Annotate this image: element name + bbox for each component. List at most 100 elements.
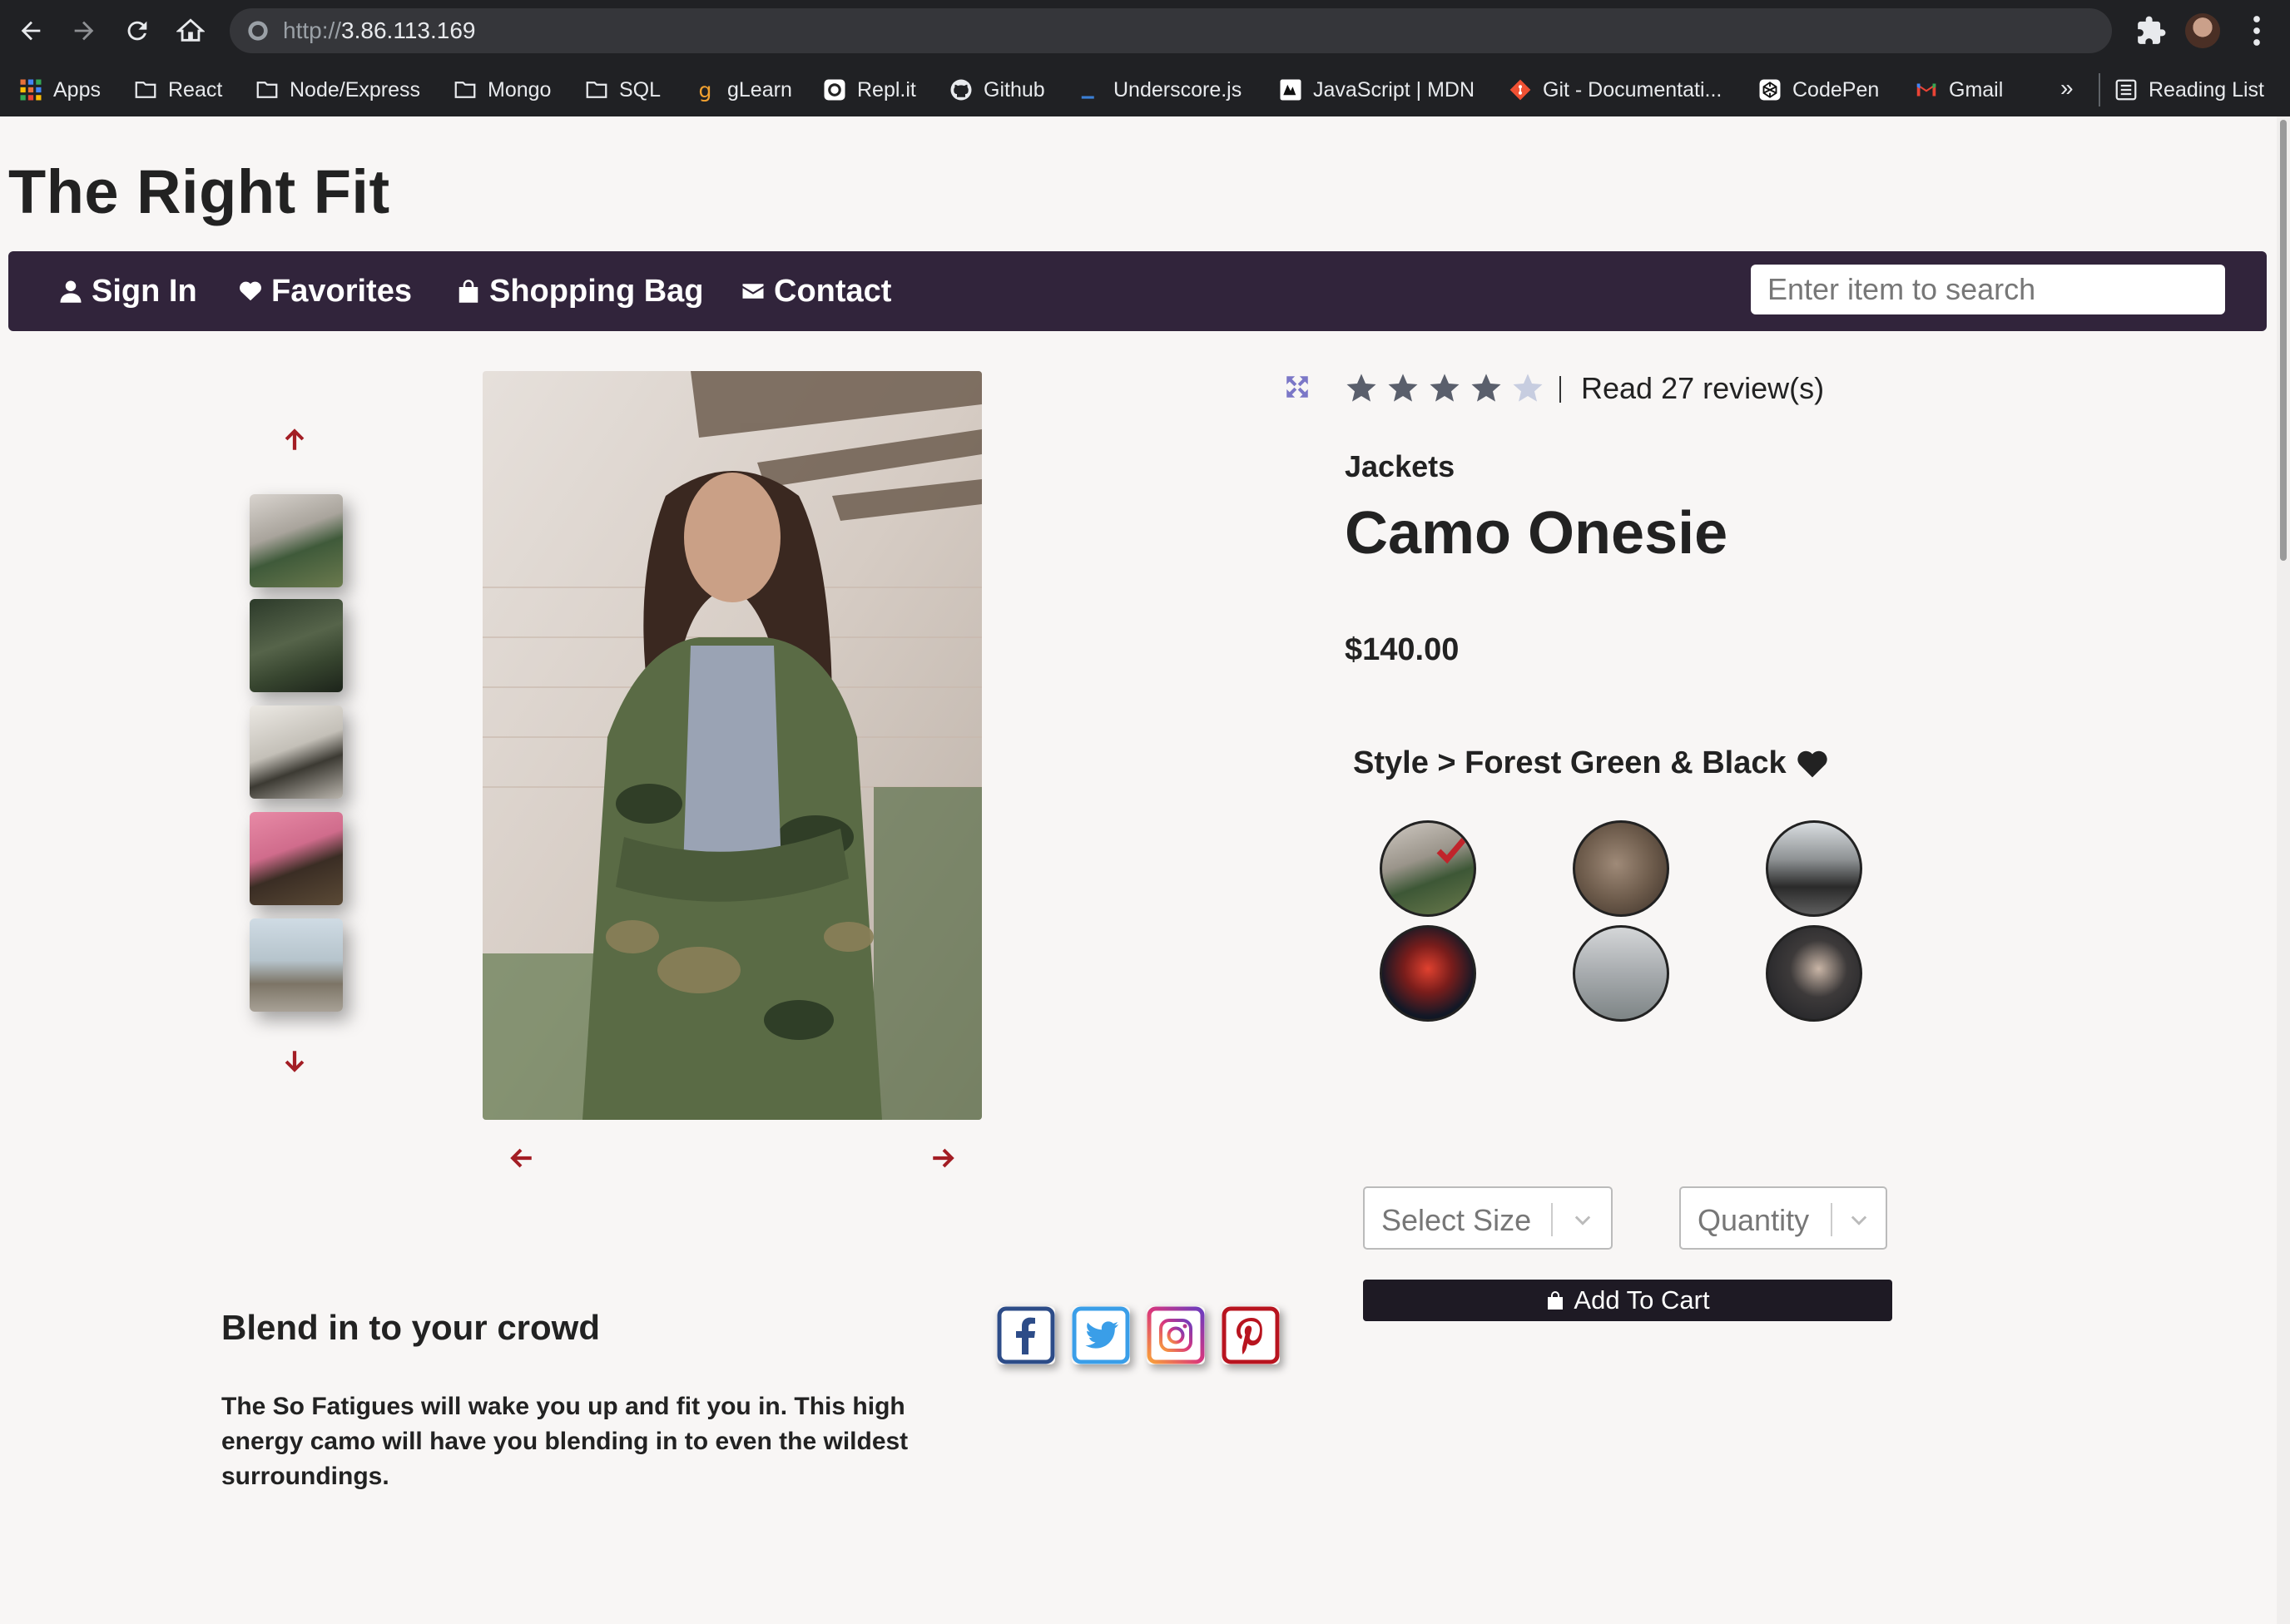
star-filled-icon	[1346, 374, 1376, 402]
gmail-icon	[1914, 77, 1939, 102]
address-bar[interactable]: http://3.86.113.169	[230, 8, 2112, 53]
site-info-icon[interactable]	[246, 19, 270, 42]
bookmarks-divider	[2099, 73, 2100, 106]
url-protocol: http://	[283, 17, 342, 43]
facebook-share-button[interactable]	[997, 1306, 1055, 1364]
folder-icon	[133, 77, 158, 102]
twitter-share-button[interactable]	[1072, 1306, 1130, 1364]
size-select[interactable]: Select Size	[1363, 1186, 1613, 1250]
pinterest-share-button[interactable]	[1222, 1306, 1280, 1364]
url-text[interactable]: http://3.86.113.169	[283, 17, 475, 44]
style-swatch-2[interactable]	[1573, 820, 1669, 917]
select-divider	[1831, 1203, 1832, 1236]
page-content: The Right Fit Sign In Favorites Shopping…	[0, 116, 2290, 1624]
instagram-icon	[1147, 1306, 1205, 1364]
add-to-cart-label: Add To Cart	[1574, 1285, 1710, 1315]
bookmark-apps[interactable]: Apps	[18, 67, 101, 113]
underscore-icon	[1078, 77, 1103, 102]
bookmark-gmail[interactable]: Gmail	[1914, 67, 2003, 113]
style-label: Style > Forest Green & Black	[1353, 745, 1787, 780]
forward-arrow-icon[interactable]	[68, 15, 100, 47]
add-to-cart-button[interactable]: Add To Cart	[1363, 1280, 1892, 1321]
main-product-image	[483, 371, 982, 1120]
reload-icon[interactable]	[121, 15, 153, 47]
nav-contact[interactable]: Contact	[741, 251, 891, 331]
reading-list-button[interactable]: Reading List	[2114, 67, 2264, 113]
bookmark-mdn[interactable]: JavaScript | MDN	[1278, 67, 1475, 113]
star-empty-icon	[1513, 374, 1543, 402]
star-rating	[1345, 371, 1544, 404]
replit-icon	[822, 77, 847, 102]
bookmark-underscore[interactable]: Underscore.js	[1078, 67, 1242, 113]
bookmark-git-docs[interactable]: Git - Documentati...	[1508, 67, 1722, 113]
bookmark-label: Apps	[53, 77, 101, 102]
thumbnail-2[interactable]	[250, 599, 343, 692]
image-prev-arrow-icon[interactable]	[504, 1141, 538, 1175]
bookmark-label: Node/Express	[290, 77, 421, 102]
star-filled-icon	[1430, 374, 1460, 402]
folder-icon	[255, 77, 280, 102]
description-body: The So Fatigues will wake you up and fit…	[221, 1393, 909, 1490]
style-swatch-6[interactable]	[1766, 925, 1862, 1022]
bookmark-codepen[interactable]: CodePen	[1757, 67, 1879, 113]
shopping-bag-icon	[1548, 1291, 1564, 1310]
favorite-heart-icon[interactable]	[1796, 749, 1829, 779]
size-select-label: Select Size	[1381, 1203, 1532, 1237]
codepen-icon	[1757, 77, 1782, 102]
nav-sign-in[interactable]: Sign In	[58, 251, 197, 331]
facebook-icon	[997, 1306, 1055, 1364]
product-category: Jackets	[1345, 449, 1455, 483]
style-swatch-1[interactable]	[1380, 820, 1476, 917]
nav-shopping-bag[interactable]: Shopping Bag	[456, 251, 704, 331]
folder-icon	[584, 77, 609, 102]
bookmark-mongo[interactable]: Mongo	[453, 67, 551, 113]
thumbnail-4[interactable]	[250, 812, 343, 905]
nav-label: Favorites	[271, 273, 412, 309]
scrollbar-thumb[interactable]	[2280, 120, 2287, 561]
style-swatch-3[interactable]	[1766, 820, 1862, 917]
twitter-icon	[1072, 1306, 1130, 1364]
thumbnail-5[interactable]	[250, 918, 343, 1012]
thumbnail-down-arrow-icon[interactable]	[278, 1045, 311, 1078]
bookmark-label: Gmail	[1949, 77, 2004, 102]
kebab-menu-icon[interactable]	[2247, 13, 2267, 48]
quantity-select[interactable]: Quantity	[1679, 1186, 1887, 1250]
heart-icon	[240, 281, 261, 301]
nav-label: Contact	[774, 273, 892, 309]
bookmark-react[interactable]: React	[133, 67, 222, 113]
bookmark-replit[interactable]: Repl.it	[822, 67, 916, 113]
bookmark-label: Repl.it	[857, 77, 916, 102]
nav-favorites[interactable]: Favorites	[238, 251, 412, 331]
search-input[interactable]	[1751, 265, 2225, 314]
expand-icon[interactable]	[1283, 373, 1311, 401]
back-arrow-icon[interactable]	[15, 15, 47, 47]
reading-list-label: Reading List	[2149, 77, 2264, 102]
product-price: $140.00	[1345, 632, 1460, 667]
bookmarks-overflow-button[interactable]: »	[2060, 75, 2074, 102]
thumbnail-3[interactable]	[250, 706, 343, 799]
home-icon[interactable]	[175, 15, 206, 47]
star-filled-icon	[1471, 374, 1501, 402]
site-title: The Right Fit	[8, 157, 390, 226]
browser-toolbar: http://3.86.113.169	[0, 0, 2290, 62]
style-swatch-4[interactable]	[1380, 925, 1476, 1022]
profile-avatar[interactable]	[2185, 13, 2220, 48]
image-next-arrow-icon[interactable]	[927, 1141, 960, 1175]
pinterest-icon	[1222, 1306, 1280, 1364]
thumbnail-up-arrow-icon[interactable]	[278, 423, 311, 456]
apps-grid-icon	[18, 77, 43, 102]
shopping-bag-icon	[458, 280, 478, 303]
bookmark-label: SQL	[619, 77, 662, 102]
bookmark-node-express[interactable]: Node/Express	[255, 67, 420, 113]
style-swatch-5[interactable]	[1573, 925, 1669, 1022]
thumbnail-1[interactable]	[250, 494, 343, 587]
instagram-share-button[interactable]	[1147, 1306, 1205, 1364]
read-reviews-link[interactable]: Read 27 review(s)	[1581, 371, 1824, 406]
chevron-down-icon	[1574, 1216, 1591, 1225]
bookmark-glearn[interactable]: g gLearn	[692, 67, 792, 113]
bookmark-sql[interactable]: SQL	[584, 67, 661, 113]
star-filled-icon	[1388, 374, 1418, 402]
extensions-puzzle-icon[interactable]	[2135, 15, 2167, 47]
bookmark-github[interactable]: Github	[949, 67, 1045, 113]
top-navbar: Sign In Favorites Shopping Bag Contact	[8, 251, 2267, 331]
